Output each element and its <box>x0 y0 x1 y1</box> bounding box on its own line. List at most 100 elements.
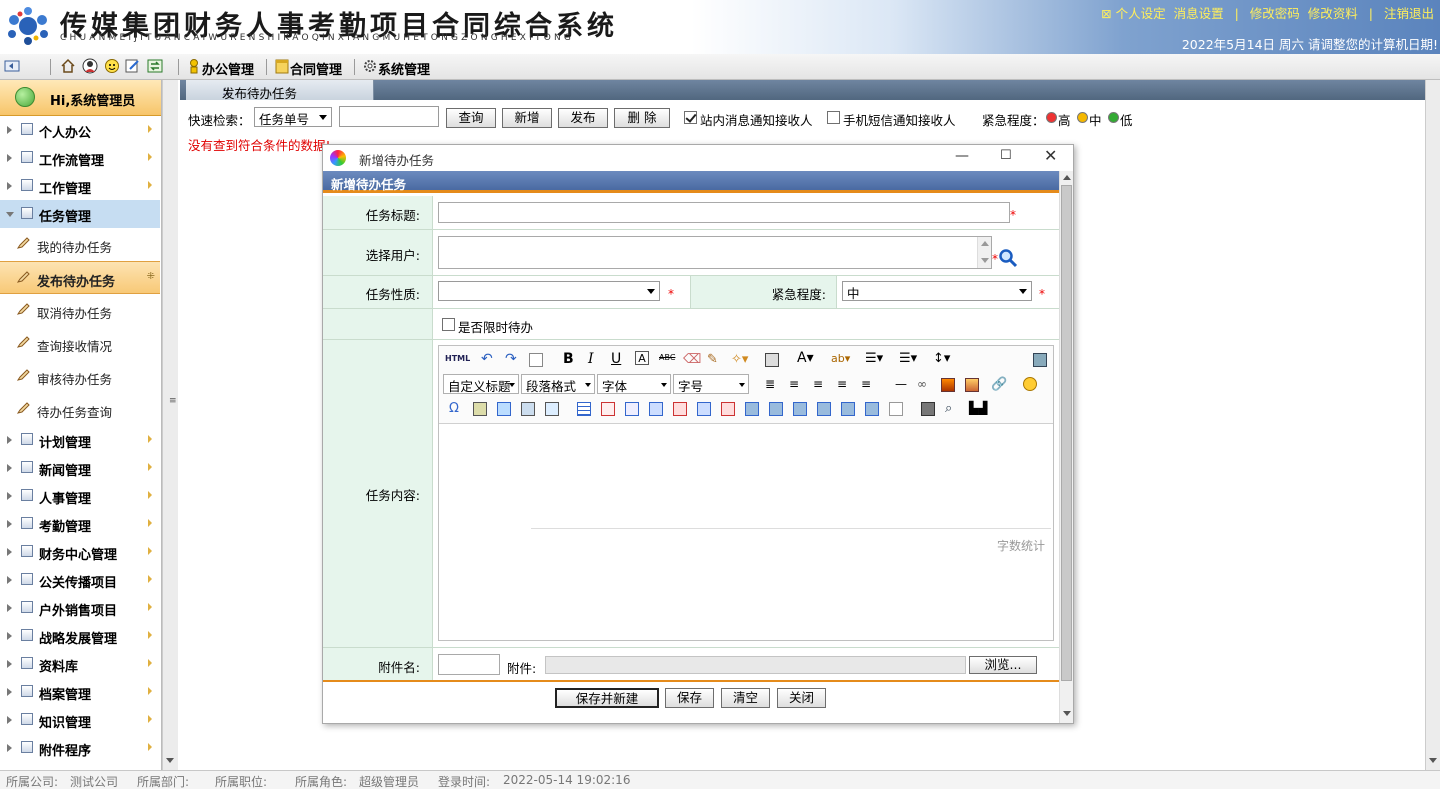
sidebar-item[interactable]: 档案管理 <box>0 678 160 706</box>
italic-icon[interactable]: I <box>588 351 602 367</box>
task-title-input[interactable] <box>438 202 1010 223</box>
scroll-down-icon[interactable] <box>166 758 174 763</box>
scroll-down-icon[interactable] <box>1429 758 1437 763</box>
image-icon[interactable] <box>941 378 955 392</box>
html-source-icon[interactable]: HTML <box>445 354 470 368</box>
query-button[interactable]: 查询 <box>446 108 496 128</box>
align-left-icon[interactable]: ≡ <box>789 377 803 391</box>
close-button[interactable]: 关闭 <box>777 688 826 708</box>
insert-row-icon[interactable] <box>649 402 663 416</box>
highlight-icon[interactable]: ab▾ <box>831 352 850 366</box>
tab-publish-task[interactable]: :: 发布待办任务 <box>186 80 374 101</box>
search-field-select[interactable]: 任务单号 <box>254 107 332 127</box>
sidebar-item[interactable]: 考勤管理 <box>0 510 160 538</box>
align-center-icon[interactable]: ≡ <box>813 377 827 391</box>
close-icon[interactable]: ✕ <box>1044 146 1057 165</box>
font-size-select[interactable]: 字号 <box>673 374 749 394</box>
notify-sms-checkbox[interactable] <box>827 111 840 124</box>
insert-code-icon[interactable] <box>545 402 559 416</box>
sidebar-item[interactable]: 财务中心管理 <box>0 538 160 566</box>
insert-table-icon[interactable] <box>577 402 591 416</box>
sidebar-item[interactable]: 发布待办任务 ⁜ <box>0 261 160 294</box>
sidebar-item[interactable]: 工作流管理 <box>0 144 160 172</box>
scroll-up-icon[interactable] <box>981 241 989 246</box>
sidebar-item[interactable]: 户外销售项目 <box>0 594 160 622</box>
insert-media-icon[interactable] <box>965 378 979 392</box>
scroll-down-icon[interactable] <box>981 258 989 263</box>
sidebar-item[interactable]: 个人办公 <box>0 116 160 144</box>
sidebar-item[interactable]: 取消待办任务 <box>0 294 160 327</box>
paste-icon[interactable] <box>765 353 779 367</box>
save-button[interactable]: 保存 <box>665 688 714 708</box>
note-edit-icon[interactable] <box>124 58 140 74</box>
insert-col-icon[interactable] <box>697 402 711 416</box>
split-row-icon[interactable] <box>841 402 855 416</box>
menu-system[interactable]: 系统管理 <box>378 59 430 78</box>
time-limited-checkbox[interactable] <box>442 318 455 331</box>
search-user-icon[interactable] <box>998 248 1018 268</box>
undo-icon[interactable]: ↶ <box>481 351 495 367</box>
smile-icon[interactable] <box>104 58 120 74</box>
fullscreen-icon[interactable] <box>1033 353 1047 367</box>
scroll-down-icon[interactable] <box>1063 711 1071 716</box>
word-count-label[interactable]: 字数统计 <box>997 537 1045 554</box>
menu-office[interactable]: 办公管理 <box>202 59 254 78</box>
sidebar-item[interactable]: 审核待办任务 <box>0 360 160 393</box>
notify-internal-checkbox[interactable] <box>684 111 697 124</box>
link-change-password[interactable]: 修改密码 <box>1250 6 1300 21</box>
sidebar-item[interactable]: 待办任务查询 <box>0 393 160 426</box>
sidebar-item[interactable]: 我的待办任务 <box>0 228 160 261</box>
link-icon[interactable]: ∞ <box>917 377 931 391</box>
textarea-scrollbar[interactable] <box>977 237 991 268</box>
page-break-icon[interactable] <box>889 402 903 416</box>
sidebar-item[interactable]: 知识管理 <box>0 706 160 734</box>
print-icon[interactable] <box>921 402 935 416</box>
indent-icon[interactable]: ≣ <box>765 377 779 391</box>
insert-flash-icon[interactable] <box>521 402 535 416</box>
switch-icon[interactable] <box>147 58 163 74</box>
editor-content-area[interactable] <box>439 424 1053 606</box>
sidebar-item[interactable]: 工作管理 <box>0 172 160 200</box>
table-props-icon[interactable] <box>625 402 639 416</box>
merge-down-icon[interactable] <box>817 402 831 416</box>
ordered-list-icon[interactable]: ☰▾ <box>865 351 883 366</box>
align-justify-icon[interactable]: ≡ <box>861 377 875 391</box>
emoticon-icon[interactable] <box>1023 377 1037 391</box>
home-icon[interactable] <box>60 58 76 74</box>
urgency-select[interactable]: 中 <box>842 281 1032 301</box>
new-doc-icon[interactable] <box>529 353 543 367</box>
font-border-icon[interactable]: A <box>635 351 649 365</box>
redo-icon[interactable]: ↷ <box>505 351 519 367</box>
split-cells-icon[interactable] <box>769 402 783 416</box>
browse-button[interactable]: 浏览... <box>969 656 1037 674</box>
font-color-icon[interactable]: A▾ <box>797 350 814 366</box>
scroll-thumb[interactable] <box>1061 185 1072 681</box>
sidebar-item[interactable]: 计划管理 <box>0 426 160 454</box>
publish-button[interactable]: 发布 <box>558 108 608 128</box>
underline-icon[interactable]: U <box>611 351 625 367</box>
attachment-name-input[interactable] <box>438 654 500 675</box>
split-col-icon[interactable] <box>865 402 879 416</box>
line-height-icon[interactable]: ↕▾ <box>933 351 950 366</box>
clear-button[interactable]: 清空 <box>721 688 770 708</box>
sidebar-item[interactable]: 人事管理 <box>0 482 160 510</box>
sidebar-item[interactable]: 新闻管理 <box>0 454 160 482</box>
link-logout[interactable]: 注销退出 <box>1384 6 1434 21</box>
format-brush-icon[interactable]: ✎ <box>707 352 721 367</box>
bold-icon[interactable]: B <box>563 351 577 367</box>
insert-frame-icon[interactable] <box>497 402 511 416</box>
add-button[interactable]: 新增 <box>502 108 552 128</box>
sidebar-item[interactable]: 查询接收情况 <box>0 327 160 360</box>
collapse-sidebar-icon[interactable] <box>4 58 20 74</box>
maximize-icon[interactable]: ☐ <box>1000 148 1012 163</box>
delete-row-icon[interactable] <box>673 402 687 416</box>
sidebar-scrollbar[interactable]: ≡ <box>162 80 178 770</box>
minimize-icon[interactable]: — <box>955 148 969 164</box>
scroll-up-icon[interactable] <box>1063 175 1071 180</box>
user-icon[interactable] <box>82 58 98 74</box>
strikethrough-icon[interactable]: ABC <box>659 353 675 367</box>
task-nature-select[interactable] <box>438 281 660 301</box>
attachment-file-input[interactable] <box>545 656 966 674</box>
horizontal-rule-icon[interactable]: — <box>895 377 909 391</box>
user-textarea[interactable] <box>438 236 992 269</box>
